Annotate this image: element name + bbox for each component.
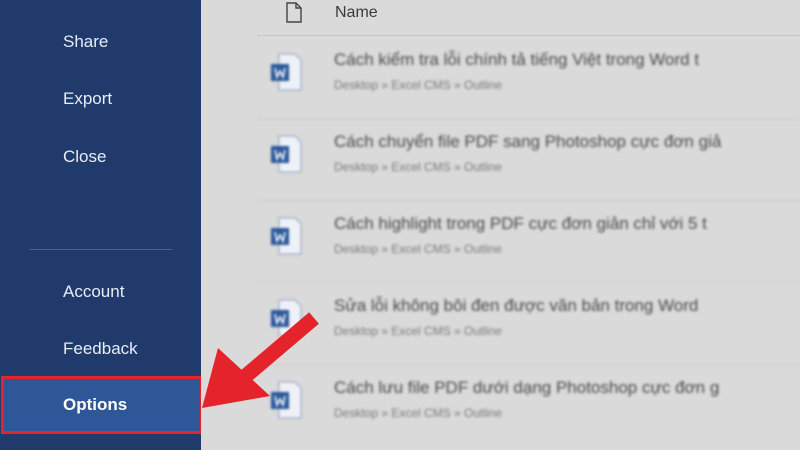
file-path: Desktop » Excel CMS » Outline: [334, 406, 503, 420]
word-doc-icon: [271, 299, 302, 337]
file-path: Desktop » Excel CMS » Outline: [334, 78, 503, 92]
file-icon: [286, 2, 302, 23]
file-title: Cách kiểm tra lỗi chính tả tiếng Việt tr…: [334, 50, 700, 69]
recent-files-panel: Name Cách kiểm tra lỗi chính tả tiếng Vi…: [201, 0, 800, 450]
menu-item-share[interactable]: Share: [0, 16, 201, 68]
menu-item-options[interactable]: Options: [1, 376, 203, 434]
file-path: Desktop » Excel CMS » Outline: [334, 324, 503, 338]
file-path: Desktop » Excel CMS » Outline: [334, 160, 503, 174]
file-title: Cách chuyển file PDF sang Photoshop cực …: [334, 132, 722, 151]
sidebar-divider: [29, 249, 172, 250]
backstage-sidebar: Share Export Close Account Feedback Opti…: [0, 0, 203, 450]
menu-item-close[interactable]: Close: [0, 131, 201, 183]
file-row[interactable]: Sửa lỗi không bôi đen được văn bản trong…: [261, 282, 800, 364]
file-title: Cách highlight trong PDF cực đơn giản ch…: [334, 214, 707, 233]
word-doc-icon: [271, 53, 302, 91]
menu-item-account[interactable]: Account: [0, 266, 201, 318]
file-row[interactable]: Cách kiểm tra lỗi chính tả tiếng Việt tr…: [261, 36, 800, 118]
file-list-header: Name: [201, 0, 800, 30]
menu-item-export[interactable]: Export: [0, 73, 201, 125]
word-doc-icon: [271, 135, 302, 173]
file-row[interactable]: Cách highlight trong PDF cực đơn giản ch…: [261, 200, 800, 282]
word-doc-icon: [271, 381, 302, 419]
file-path: Desktop » Excel CMS » Outline: [334, 242, 503, 256]
menu-item-feedback[interactable]: Feedback: [0, 323, 201, 375]
file-title: Sửa lỗi không bôi đen được văn bản trong…: [334, 296, 699, 315]
file-row[interactable]: Cách lưu file PDF dưới dạng Photoshop cự…: [261, 364, 800, 446]
file-title: Cách lưu file PDF dưới dạng Photoshop cự…: [334, 378, 720, 397]
file-row[interactable]: Cách chuyển file PDF sang Photoshop cực …: [261, 118, 800, 200]
column-header-name[interactable]: Name: [335, 4, 378, 22]
word-doc-icon: [271, 217, 302, 255]
